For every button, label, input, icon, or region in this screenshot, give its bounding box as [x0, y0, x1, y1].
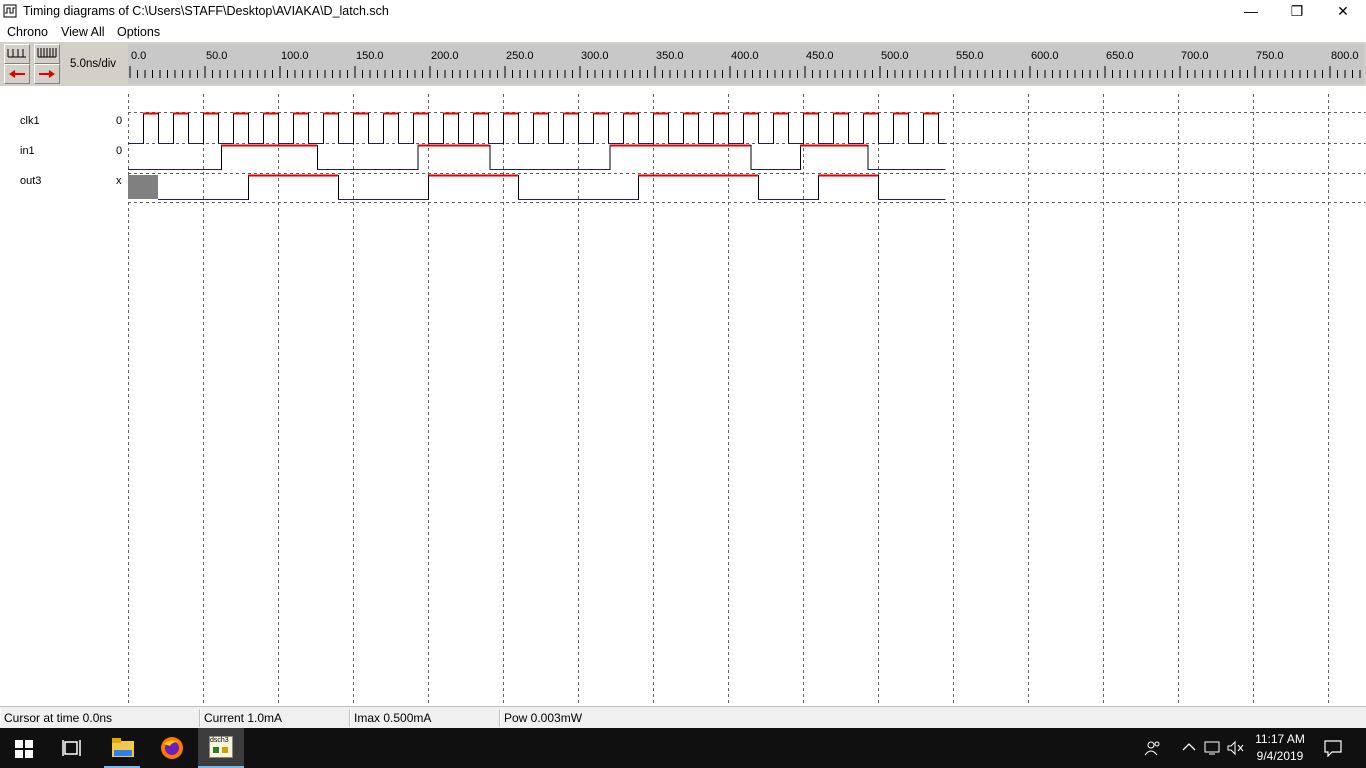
zoom-out-button[interactable] — [4, 44, 30, 64]
file-explorer-button[interactable] — [104, 728, 140, 768]
menu-bar: Chrono View All Options — [0, 24, 1366, 42]
scroll-right-button[interactable] — [34, 64, 60, 84]
waveform-chart — [128, 94, 1366, 706]
ruler-svg: 0.0 50.0 100.0 150.0 200.0 250.0 300.0 350.0 400… — [129, 50, 1361, 78]
status-bar: Cursor at time 0.0ns Current 1.0mA Imax … — [0, 706, 1366, 729]
ruler-label: 0.0 — [131, 50, 146, 62]
menu-view-all[interactable]: View All — [61, 25, 105, 39]
waveform-area[interactable]: clk1 0 in1 0 out3 x — [0, 86, 1366, 706]
folder-icon — [112, 738, 134, 757]
ruler-label: 450.0 — [806, 50, 834, 62]
ruler-fine-icon — [37, 48, 57, 58]
ruler-label: 750.0 — [1256, 50, 1284, 62]
ruler-label: 300.0 — [581, 50, 609, 62]
chevron-up-icon[interactable] — [1182, 742, 1196, 752]
status-cursor-time: Cursor at time 0.0ns — [0, 709, 200, 727]
windows-start-icon[interactable] — [15, 740, 33, 758]
ruler-label: 150.0 — [356, 50, 384, 62]
ruler-label: 650.0 — [1106, 50, 1134, 62]
network-icon[interactable] — [1204, 740, 1222, 756]
ruler-label: 200.0 — [431, 50, 459, 62]
minimize-button[interactable]: — — [1228, 0, 1274, 24]
ruler-label: 500.0 — [881, 50, 909, 62]
ruler-coarse-icon — [7, 49, 26, 58]
clock-time[interactable]: 11:17 AM — [1252, 732, 1308, 746]
red-right-arrow-icon — [39, 70, 55, 78]
red-left-arrow-icon — [9, 70, 25, 78]
scroll-left-button[interactable] — [4, 64, 30, 84]
dsch3-icon-label: dsch3 — [210, 737, 229, 744]
task-view-icon[interactable] — [62, 739, 82, 757]
maximize-button[interactable]: ❐ — [1274, 0, 1320, 24]
ruler-label: 550.0 — [956, 50, 984, 62]
ruler-label: 250.0 — [506, 50, 534, 62]
ruler-label: 50.0 — [206, 50, 227, 62]
people-icon[interactable] — [1144, 740, 1162, 756]
menu-options[interactable]: Options — [117, 25, 160, 39]
window-title: Timing diagrams of C:\Users\STAFF\Deskto… — [23, 4, 389, 18]
status-imax: Imax 0.500mA — [350, 709, 500, 727]
app-icon — [3, 4, 17, 18]
title-bar: Timing diagrams of C:\Users\STAFF\Deskto… — [0, 0, 1366, 24]
notifications-icon[interactable] — [1324, 739, 1342, 757]
status-current: Current 1.0mA — [200, 709, 350, 727]
ruler-label: 100.0 — [281, 50, 309, 62]
dsch3-taskbar-button[interactable]: dsch3 — [198, 728, 244, 768]
ruler-label: 600.0 — [1031, 50, 1059, 62]
zoom-in-button[interactable] — [34, 44, 60, 64]
ruler-label: 350.0 — [656, 50, 684, 62]
menu-chrono[interactable]: Chrono — [7, 25, 48, 39]
ruler-label: 800.0 — [1331, 50, 1359, 62]
clock-date[interactable]: 9/4/2019 — [1252, 749, 1308, 763]
dsch3-app-icon: dsch3 — [209, 736, 233, 758]
ruler-label: 400.0 — [731, 50, 759, 62]
status-power: Pow 0.003mW — [500, 709, 1366, 727]
unknown-state-block — [128, 175, 158, 199]
time-ruler[interactable]: 0.0 50.0 100.0 150.0 200.0 250.0 300.0 350.0 400… — [128, 44, 1364, 84]
time-scale-label: 5.0ns/div — [70, 58, 117, 70]
ruler-label: 700.0 — [1181, 50, 1209, 62]
close-button[interactable]: ✕ — [1320, 0, 1366, 24]
firefox-icon[interactable] — [160, 736, 184, 760]
taskbar: dsch3 11:17 AM 9/4/2019 — [0, 728, 1366, 768]
volume-muted-icon[interactable] — [1227, 740, 1245, 756]
